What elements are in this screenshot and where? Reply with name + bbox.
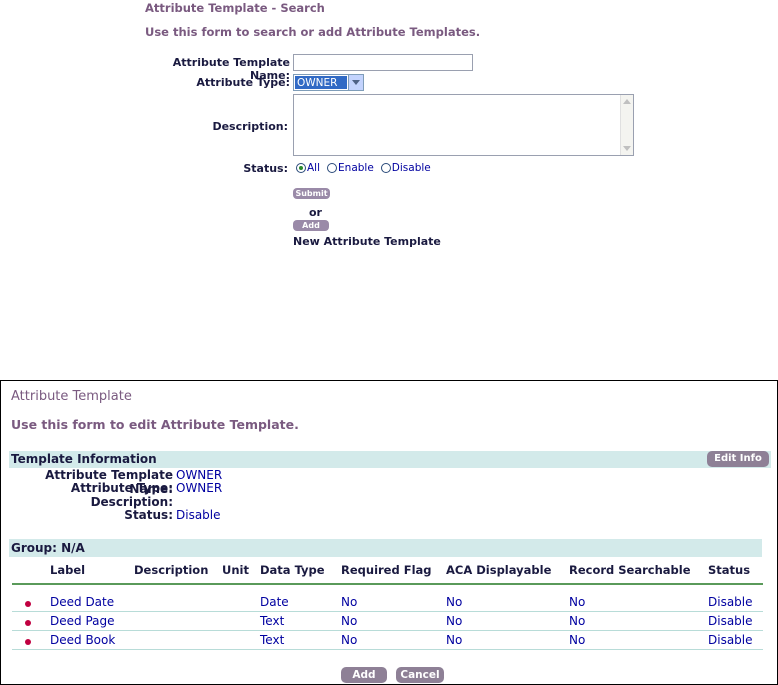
status-disable-option[interactable]: Disable — [380, 162, 431, 174]
group-title: Group: N/A — [11, 541, 85, 555]
search-title: Attribute Template - Search — [145, 1, 325, 15]
row-3-label[interactable]: Deed Book — [50, 633, 115, 647]
row-2-status: Disable — [708, 614, 753, 628]
row-1-status: Disable — [708, 595, 753, 609]
edit-info-button[interactable]: Edit Info — [707, 451, 769, 467]
edit-panel: Attribute Template Use this form to edit… — [0, 380, 778, 685]
row-2-data-type: Text — [260, 614, 285, 628]
template-name-input[interactable] — [293, 54, 473, 71]
row-divider — [12, 611, 763, 612]
row-1-label[interactable]: Deed Date — [50, 595, 114, 609]
add-row-button[interactable]: Add — [341, 667, 387, 683]
status-all-radio[interactable] — [296, 163, 306, 173]
row-3-status: Disable — [708, 633, 753, 647]
status-label: Status: — [243, 162, 288, 175]
search-instructions: Use this form to search or add Attribute… — [145, 25, 481, 39]
status-radio-group: All Enable Disable — [296, 162, 435, 174]
status-enable-text: Enable — [338, 162, 374, 174]
col-unit: Unit — [222, 563, 249, 577]
attribute-type-value: OWNER — [295, 76, 347, 89]
info-description-label: Description: — [90, 495, 173, 509]
row-1-required: No — [341, 595, 358, 609]
row-1-data-type: Date — [260, 595, 289, 609]
col-status: Status — [708, 563, 751, 577]
description-label: Description: — [212, 120, 288, 133]
description-textarea[interactable] — [293, 94, 634, 156]
template-info-title: Template Information — [11, 452, 157, 466]
or-separator: or — [309, 206, 322, 219]
row-1-aca: No — [446, 595, 463, 609]
col-aca-displayable: ACA Displayable — [446, 563, 552, 577]
group-bar — [9, 539, 762, 557]
info-status-value: Disable — [176, 508, 221, 522]
cancel-button[interactable]: Cancel — [396, 667, 444, 683]
add-button[interactable]: Add — [293, 220, 329, 231]
info-name-value: OWNER — [176, 468, 223, 482]
status-disable-radio[interactable] — [380, 163, 391, 173]
row-3-data-type: Text — [260, 633, 285, 647]
row-3-required: No — [341, 633, 358, 647]
row-2-required: No — [341, 614, 358, 628]
scroll-up-icon[interactable] — [623, 99, 631, 104]
status-disable-text: Disable — [391, 162, 431, 174]
description-scrollbar[interactable] — [620, 95, 633, 155]
row-1-searchable: No — [569, 595, 586, 609]
attribute-type-select[interactable]: OWNER — [293, 74, 364, 91]
status-enable-option[interactable]: Enable — [327, 162, 374, 174]
col-description: Description — [134, 563, 209, 577]
submit-button[interactable]: Submit — [293, 188, 330, 199]
info-type-label: Attribute Type: — [70, 481, 173, 495]
row-bullet-icon — [25, 601, 31, 607]
status-all-option[interactable]: All — [296, 162, 320, 174]
row-bullet-icon — [25, 639, 31, 645]
col-record-searchable: Record Searchable — [569, 563, 691, 577]
row-3-aca: No — [446, 633, 463, 647]
status-all-text: All — [307, 162, 321, 174]
col-label: Label — [50, 563, 86, 577]
row-3-searchable: No — [569, 633, 586, 647]
col-data-type: Data Type — [260, 563, 325, 577]
header-divider — [12, 583, 763, 585]
row-bullet-icon — [25, 620, 31, 626]
attribute-type-label: Attribute Type: — [196, 76, 290, 89]
info-type-value: OWNER — [176, 481, 223, 495]
row-2-label[interactable]: Deed Page — [50, 614, 115, 628]
scroll-down-icon[interactable] — [623, 146, 631, 151]
search-panel: Attribute Template - Search Use this for… — [0, 0, 778, 270]
chevron-down-icon[interactable] — [348, 75, 363, 90]
col-required-flag: Required Flag — [341, 563, 432, 577]
new-template-caption: New Attribute Template — [293, 235, 441, 248]
edit-instructions: Use this form to edit Attribute Template… — [11, 417, 299, 432]
info-status-label: Status: — [124, 508, 173, 522]
row-divider — [12, 630, 763, 631]
row-2-aca: No — [446, 614, 463, 628]
row-divider — [12, 649, 763, 650]
status-enable-radio[interactable] — [327, 163, 338, 173]
edit-title: Attribute Template — [11, 389, 132, 404]
row-2-searchable: No — [569, 614, 586, 628]
